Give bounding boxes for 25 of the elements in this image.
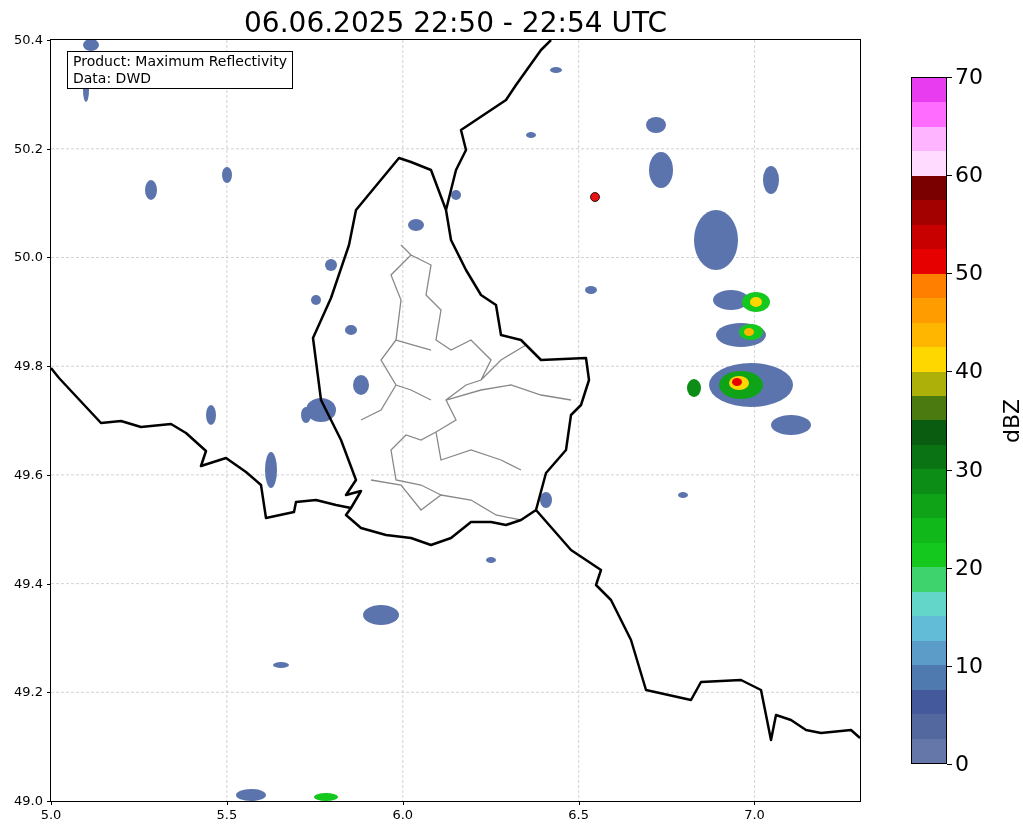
colorbar-tick-label: 60 — [955, 162, 983, 189]
y-tick-label: 49.8 — [14, 358, 43, 375]
y-tick-label: 50.4 — [14, 32, 43, 48]
y-tick-label: 49.2 — [14, 684, 43, 701]
colorbar-tick-label: 20 — [955, 554, 983, 581]
y-tick-label: 49.4 — [14, 575, 43, 592]
colorbar-tick-label: 50 — [955, 260, 983, 287]
colorbar-tick-label: 0 — [955, 751, 969, 777]
x-tick-label: 5.5 — [216, 807, 238, 823]
colorbar-tick-label: 10 — [955, 652, 983, 679]
y-tick-label: 50.0 — [14, 249, 43, 266]
x-tick-label: 6.5 — [568, 807, 589, 823]
colorbar-tick-label: 40 — [955, 358, 983, 385]
y-tick-label: 49.6 — [14, 466, 43, 483]
y-tick-label: 50.2 — [14, 140, 43, 157]
colorbar-tick-label: 70 — [955, 64, 983, 90]
x-tick-label: 7.0 — [744, 807, 765, 823]
colorbar-label: dBZ — [999, 398, 1023, 443]
y-tick-label: 49.0 — [14, 793, 43, 809]
x-tick-label: 5.0 — [40, 807, 62, 823]
x-tick-label: 6.0 — [392, 807, 414, 823]
chart-title: 06.06.2025 22:50 - 22:54 UTC — [244, 6, 667, 40]
legend-text: Product: Maximum Reflectivity — [73, 53, 287, 70]
colorbar-tick-label: 30 — [955, 456, 983, 483]
legend-text: Data: DWD — [73, 70, 152, 87]
